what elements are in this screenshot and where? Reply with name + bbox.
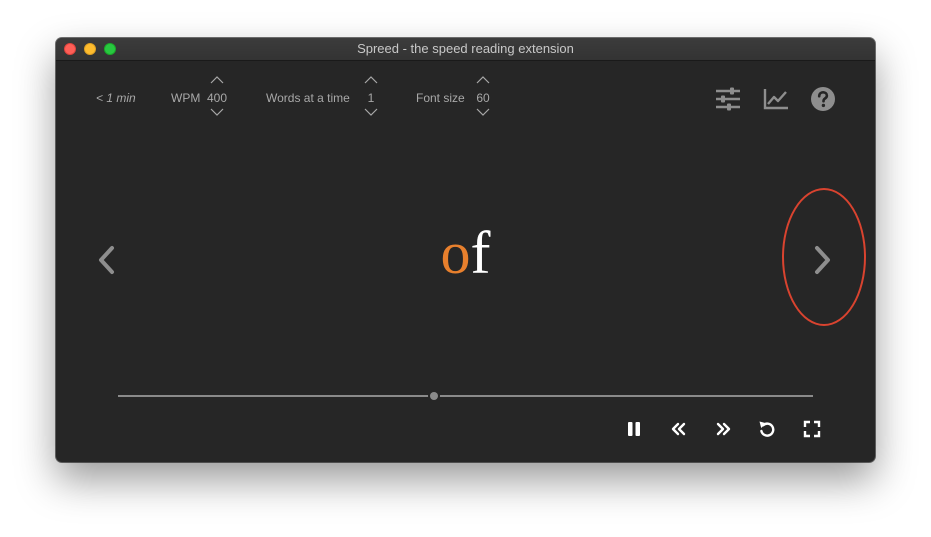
wpm-label: WPM — [171, 91, 201, 105]
wpm-value: 400 — [206, 91, 228, 105]
chevron-up-icon[interactable] — [364, 76, 378, 84]
font-size-stepper[interactable]: 60 — [471, 76, 495, 120]
chevron-down-icon[interactable] — [364, 108, 378, 116]
fast-forward-icon[interactable] — [712, 418, 734, 440]
window-title: Spreed - the speed reading extension — [357, 41, 574, 56]
stats-chart-icon[interactable] — [763, 86, 789, 112]
words-at-a-time-value: 1 — [367, 91, 375, 105]
rewind-icon[interactable] — [668, 418, 690, 440]
words-at-a-time-stepper[interactable]: 1 — [359, 76, 383, 120]
word-remaining-letters: f — [470, 220, 491, 286]
fullscreen-icon[interactable] — [801, 418, 823, 440]
title-bar: Spreed - the speed reading extension — [56, 38, 875, 61]
settings-sliders-icon[interactable] — [715, 86, 741, 112]
progress-thumb[interactable] — [430, 392, 439, 400]
current-word: of — [56, 218, 875, 288]
wpm-stepper[interactable]: 400 — [205, 76, 229, 120]
app-window: Spreed - the speed reading extension < 1… — [56, 38, 875, 462]
progress-track — [118, 395, 813, 397]
highlight-annotation-circle — [782, 188, 866, 326]
restart-icon[interactable] — [756, 418, 778, 440]
font-size-value: 60 — [476, 91, 490, 105]
chevron-up-icon[interactable] — [476, 76, 490, 84]
help-icon[interactable] — [810, 86, 836, 112]
font-size-label: Font size — [416, 91, 465, 105]
chevron-down-icon[interactable] — [210, 108, 224, 116]
reading-progress-slider[interactable] — [118, 389, 813, 403]
chevron-up-icon[interactable] — [210, 76, 224, 84]
chevron-down-icon[interactable] — [476, 108, 490, 116]
pause-icon[interactable] — [623, 418, 645, 440]
word-focus-letter: o — [440, 220, 471, 286]
words-at-a-time-label: Words at a time — [266, 91, 350, 105]
time-estimate: < 1 min — [96, 91, 136, 105]
